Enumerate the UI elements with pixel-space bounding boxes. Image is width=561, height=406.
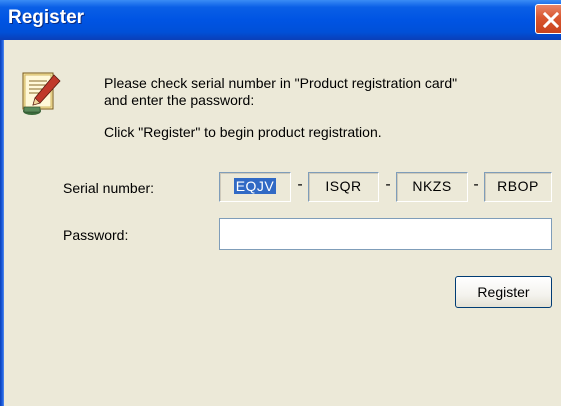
title-bar[interactable]: Register bbox=[0, 0, 561, 40]
serial-part-4-field[interactable]: RBOP bbox=[484, 172, 552, 202]
window-left-border bbox=[0, 40, 4, 406]
serial-separator: - bbox=[385, 176, 391, 193]
serial-part-1-field[interactable]: EQJV bbox=[219, 172, 291, 202]
instruction-line-2: and enter the password: bbox=[104, 92, 255, 108]
serial-part-2-field[interactable]: ISQR bbox=[308, 172, 379, 202]
serial-part-1-value: EQJV bbox=[233, 178, 277, 194]
serial-part-3-value: NKZS bbox=[412, 178, 452, 194]
close-icon bbox=[542, 11, 560, 29]
serial-part-3-field[interactable]: NKZS bbox=[396, 172, 468, 202]
password-label: Password: bbox=[63, 227, 129, 243]
password-field[interactable] bbox=[219, 218, 552, 250]
registration-card-pencil-icon bbox=[20, 71, 62, 117]
instruction-line-3: Click "Register" to begin product regist… bbox=[104, 124, 382, 140]
instruction-line-1: Please check serial number in "Product r… bbox=[104, 75, 458, 91]
register-button[interactable]: Register bbox=[455, 276, 552, 308]
serial-part-2-value: ISQR bbox=[325, 178, 362, 194]
serial-separator: - bbox=[473, 176, 479, 193]
register-dialog: Register Please check serial number in "… bbox=[0, 0, 561, 406]
close-button[interactable] bbox=[535, 4, 561, 34]
serial-number-label: Serial number: bbox=[63, 180, 155, 196]
serial-part-4-value: RBOP bbox=[497, 178, 539, 194]
window-title: Register bbox=[8, 7, 85, 28]
serial-separator: - bbox=[297, 176, 303, 193]
